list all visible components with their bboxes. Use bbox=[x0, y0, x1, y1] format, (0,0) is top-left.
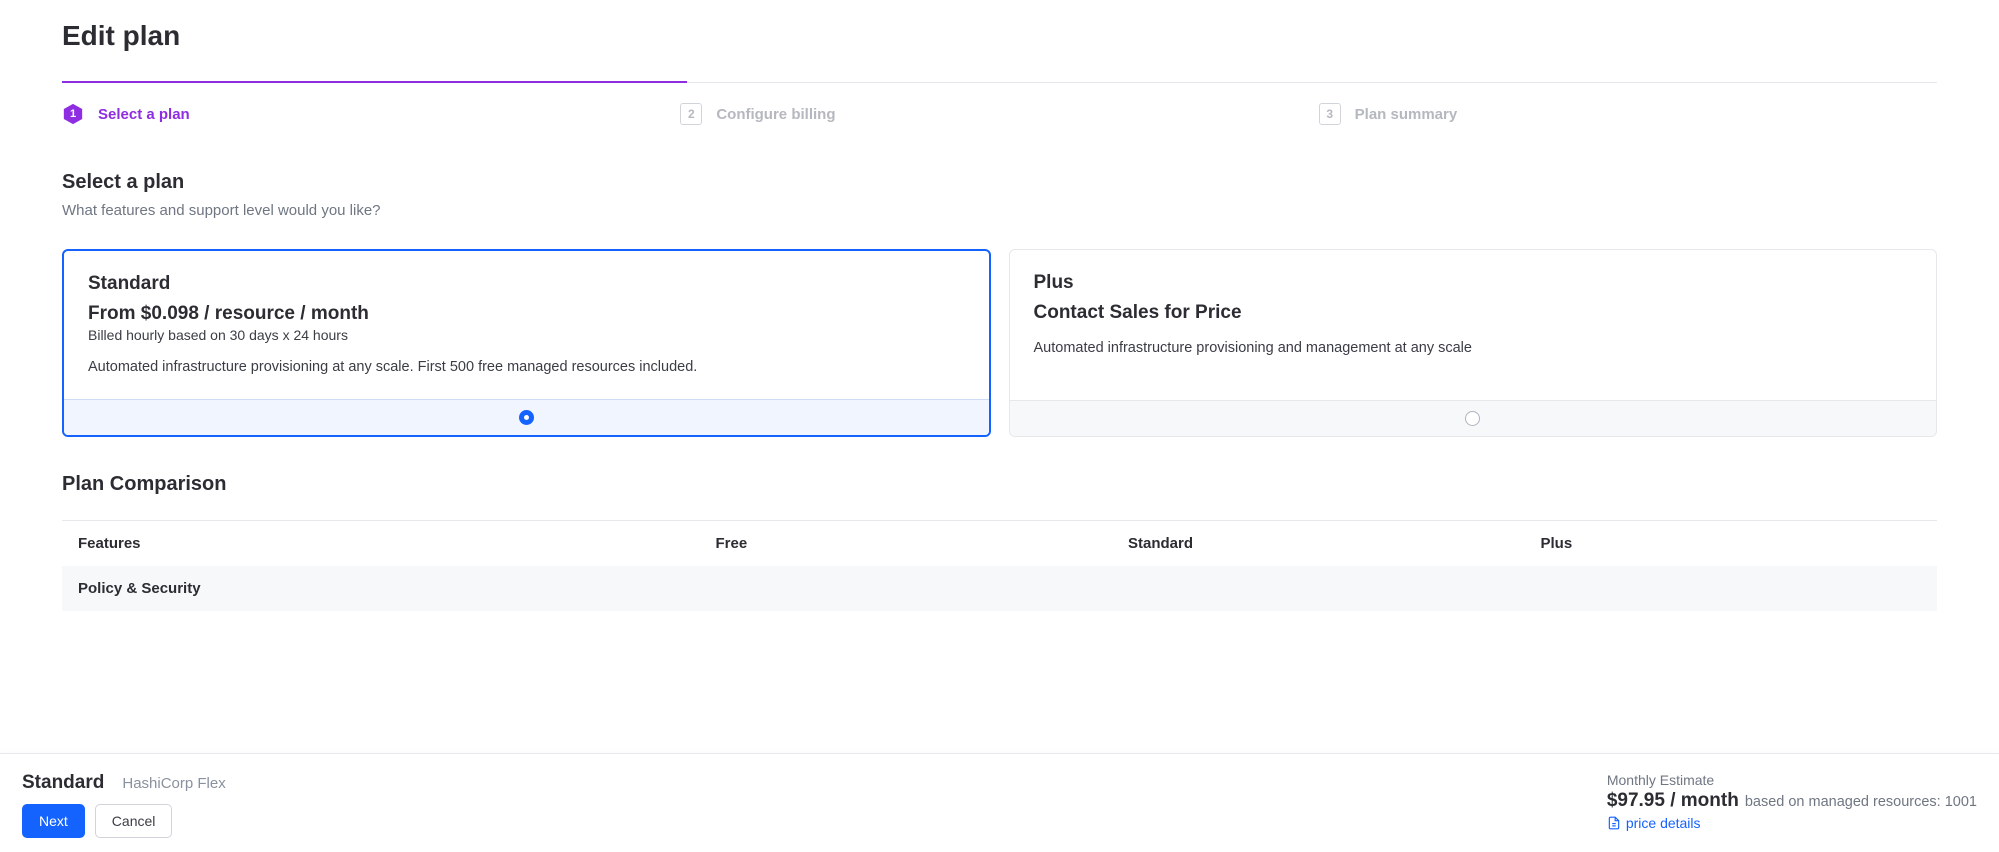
plan-standard-price-sub: Billed hourly based on 30 days x 24 hour… bbox=[88, 327, 965, 343]
col-plus: Plus bbox=[1525, 521, 1938, 567]
section-subtext: What features and support level would yo… bbox=[62, 202, 1937, 219]
plan-standard-desc: Automated infrastructure provisioning at… bbox=[88, 359, 965, 375]
plan-plus-price: Contact Sales for Price bbox=[1034, 302, 1913, 324]
plan-standard-name: Standard bbox=[88, 273, 965, 295]
step-3-indicator: 3 bbox=[1319, 103, 1341, 125]
estimate-detail: based on managed resources: 1001 bbox=[1745, 794, 1977, 810]
next-button[interactable]: Next bbox=[22, 804, 85, 838]
col-standard: Standard bbox=[1112, 521, 1525, 567]
estimate-price: $97.95 / month bbox=[1607, 790, 1739, 812]
cancel-button[interactable]: Cancel bbox=[95, 804, 173, 838]
plan-plus-name: Plus bbox=[1034, 272, 1913, 294]
page-title: Edit plan bbox=[62, 20, 1937, 52]
comparison-heading: Plan Comparison bbox=[62, 473, 1937, 496]
estimate-label: Monthly Estimate bbox=[1607, 772, 1714, 788]
footer-plan-sub: HashiCorp Flex bbox=[122, 775, 225, 792]
step-select-plan[interactable]: 1 Select a plan bbox=[62, 83, 680, 155]
comparison-table: Features Free Standard Plus Policy & Sec… bbox=[62, 520, 1937, 611]
bottom-bar: Standard HashiCorp Flex Next Cancel Mont… bbox=[0, 753, 1999, 852]
plan-standard-footer[interactable] bbox=[64, 399, 989, 435]
step-2-label: Configure billing bbox=[716, 106, 835, 123]
col-free: Free bbox=[700, 521, 1113, 567]
section-heading: Select a plan bbox=[62, 171, 1937, 194]
radio-standard[interactable] bbox=[519, 410, 534, 425]
plan-plus-footer[interactable] bbox=[1010, 400, 1937, 436]
price-details-link[interactable]: price details bbox=[1607, 815, 1701, 831]
plan-card-standard[interactable]: Standard From $0.098 / resource / month … bbox=[62, 249, 991, 437]
comparison-section-row: Policy & Security bbox=[62, 566, 1937, 611]
stepper: 1 Select a plan 2 Configure billing 3 Pl… bbox=[62, 82, 1937, 155]
step-2-indicator: 2 bbox=[680, 103, 702, 125]
plan-plus-desc: Automated infrastructure provisioning an… bbox=[1034, 340, 1913, 356]
footer-plan-name: Standard bbox=[22, 772, 104, 794]
step-configure-billing[interactable]: 2 Configure billing bbox=[680, 83, 1298, 155]
step-3-label: Plan summary bbox=[1355, 106, 1458, 123]
price-details-text: price details bbox=[1626, 815, 1701, 831]
step-plan-summary[interactable]: 3 Plan summary bbox=[1299, 83, 1937, 155]
document-icon bbox=[1607, 816, 1621, 830]
col-features: Features bbox=[62, 521, 700, 567]
plan-cards: Standard From $0.098 / resource / month … bbox=[62, 249, 1937, 437]
plan-card-plus[interactable]: Plus Contact Sales for Price Automated i… bbox=[1009, 249, 1938, 437]
plan-standard-price: From $0.098 / resource / month bbox=[88, 303, 965, 325]
step-1-label: Select a plan bbox=[98, 106, 190, 123]
radio-plus[interactable] bbox=[1465, 411, 1480, 426]
step-1-indicator: 1 bbox=[62, 103, 84, 125]
